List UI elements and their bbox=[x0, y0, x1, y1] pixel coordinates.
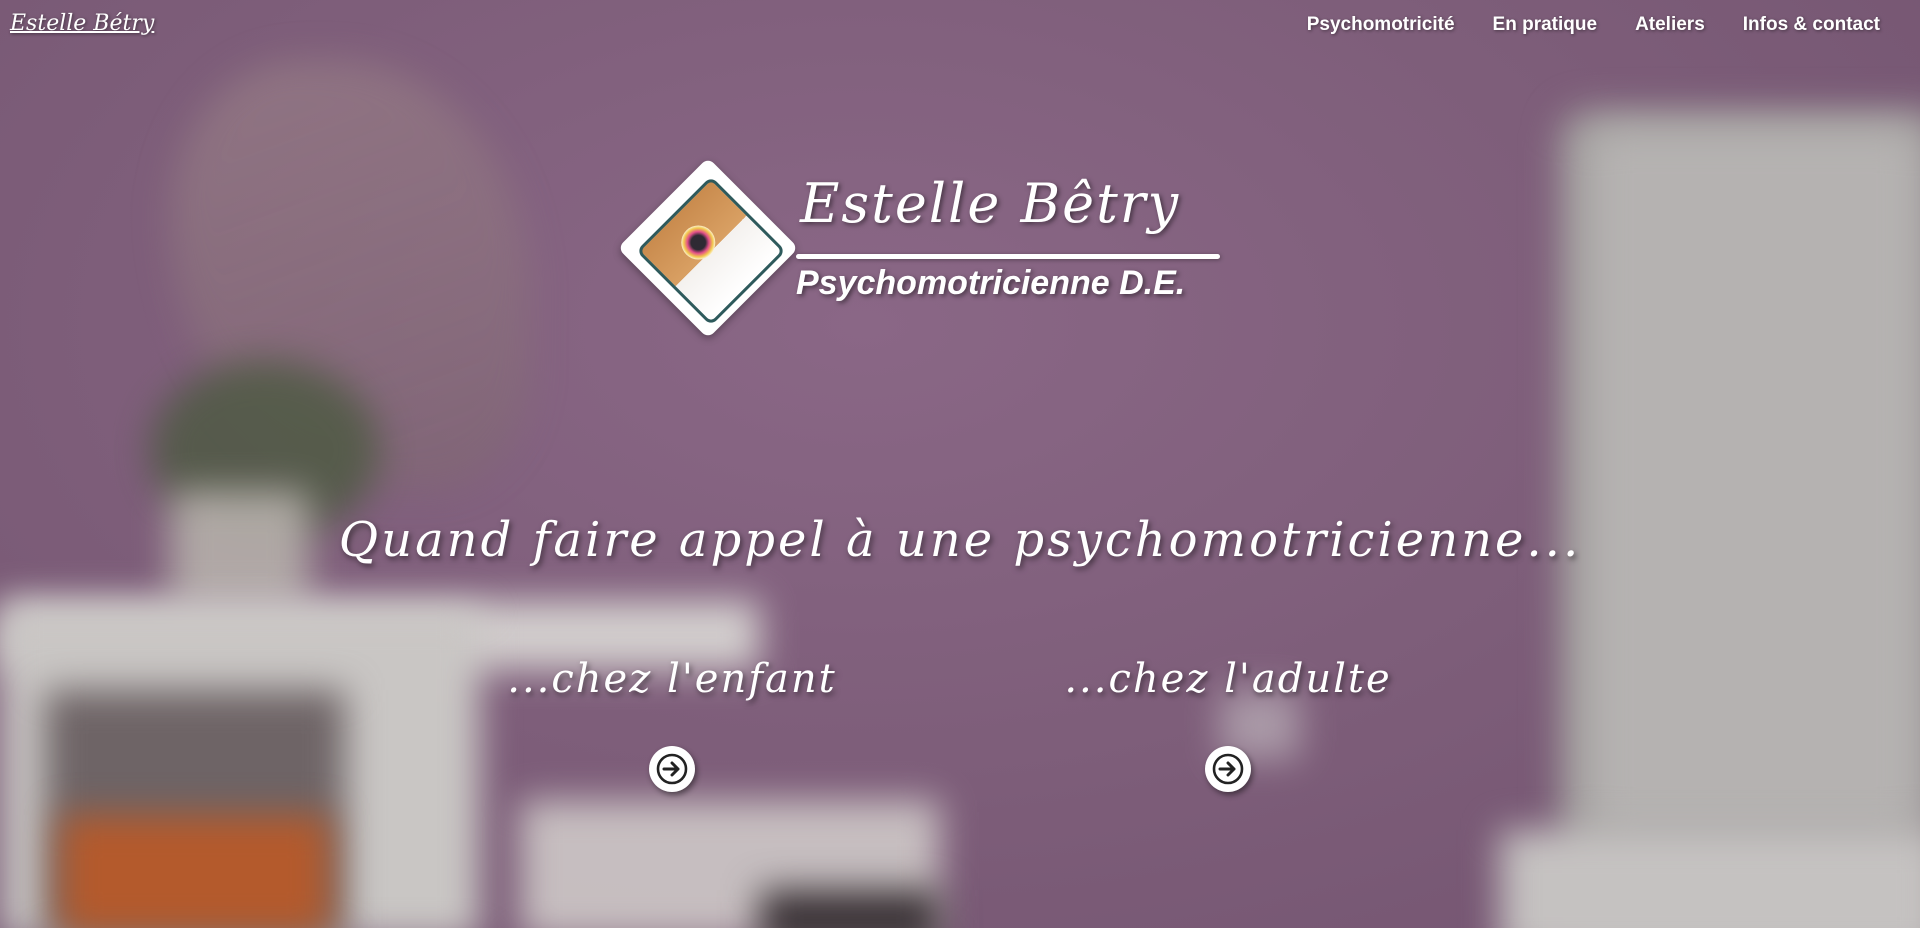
nav-item-infos-contact[interactable]: Infos & contact bbox=[1743, 14, 1880, 36]
top-navigation-bar: Estelle Bétry Psychomotricité En pratiqu… bbox=[0, 0, 1920, 54]
brand-link[interactable]: Estelle Bétry bbox=[10, 11, 154, 36]
logo-name: Estelle Bêtry bbox=[800, 172, 1181, 235]
nav-item-psychomotricite[interactable]: Psychomotricité bbox=[1307, 14, 1455, 36]
site-logo: Estelle Bêtry Psychomotricienne D.E. bbox=[617, 157, 1224, 354]
choice-adult-label[interactable]: ...chez l'adulte bbox=[1018, 656, 1438, 702]
logo-underline bbox=[796, 254, 1220, 259]
choice-adult-arrow-button[interactable] bbox=[1205, 746, 1251, 792]
background-frame bbox=[760, 890, 940, 928]
arrow-right-circle-icon bbox=[1212, 753, 1244, 785]
choice-child: ...chez l'enfant bbox=[462, 656, 882, 797]
pencil-cup-icon bbox=[681, 225, 716, 260]
logo-title: Psychomotricienne D.E. bbox=[796, 264, 1186, 302]
choice-child-arrow-button[interactable] bbox=[649, 746, 695, 792]
main-nav: Psychomotricité En pratique Ateliers Inf… bbox=[1307, 14, 1880, 36]
background-photo bbox=[0, 0, 1920, 928]
background-cabinet-base bbox=[1500, 830, 1920, 928]
logo-diamond-photo bbox=[636, 176, 786, 326]
arrow-right-circle-icon bbox=[656, 753, 688, 785]
choice-child-label[interactable]: ...chez l'enfant bbox=[462, 656, 882, 702]
background-cabinet-door bbox=[1590, 130, 1920, 830]
choice-adult: ...chez l'adulte bbox=[1018, 656, 1438, 797]
hero-headline: Quand faire appel à une psychomotricienn… bbox=[338, 512, 1582, 568]
nav-item-ateliers[interactable]: Ateliers bbox=[1635, 14, 1705, 36]
background-orange-object bbox=[60, 815, 330, 928]
nav-item-en-pratique[interactable]: En pratique bbox=[1493, 14, 1598, 36]
